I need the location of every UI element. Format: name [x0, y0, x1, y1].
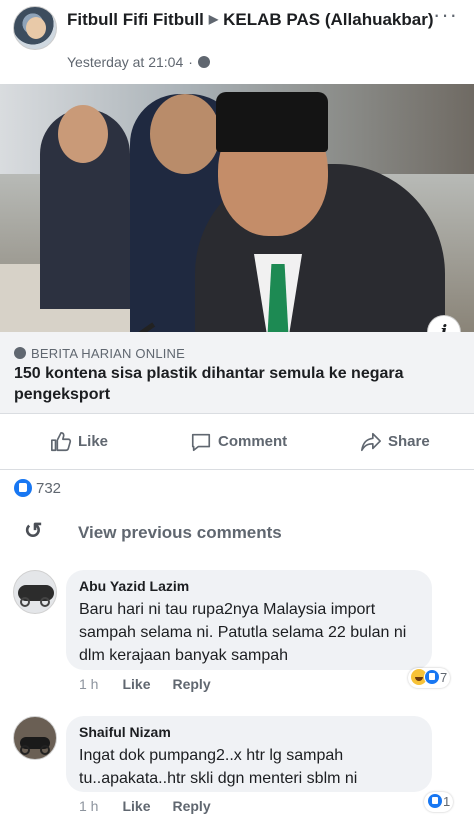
comment-bubble-icon [191, 433, 211, 452]
reaction-count: 732 [36, 480, 62, 497]
thumbs-up-icon [51, 432, 72, 452]
comment-reaction-count: 1 [443, 794, 451, 809]
link-title[interactable]: 150 kontena sisa plastik dihantar semula… [14, 363, 454, 405]
post-title-line: Fitbull Fifi Fitbull ▶ KELAB PAS (Allahuak… [67, 8, 437, 31]
comment-meta: 1 h Like Reply [79, 798, 211, 814]
link-source-text: BERITA HARIAN ONLINE [31, 346, 186, 361]
arrow-right-icon: ▶ [208, 12, 219, 26]
share-label: Share [388, 433, 430, 450]
like-icon [427, 793, 443, 809]
comment-reply-button[interactable]: Reply [172, 676, 210, 692]
comment-like-button[interactable]: Like [122, 676, 150, 692]
comment-reply-button[interactable]: Reply [172, 798, 210, 814]
commenter-name[interactable]: Shaiful Nizam [79, 724, 171, 740]
link-source: BERITA HARIAN ONLINE [14, 346, 185, 361]
rotate-arrow-icon: ↺ [24, 518, 43, 543]
separator: · [188, 54, 193, 70]
comment-reactions[interactable]: 1 [424, 792, 454, 812]
group-name[interactable]: KELAB PAS [223, 10, 320, 29]
comment-time[interactable]: 1 h [79, 676, 98, 692]
commenter-name[interactable]: Abu Yazid Lazim [79, 578, 189, 594]
like-icon [424, 669, 440, 685]
comment-label: Comment [218, 433, 288, 450]
like-reaction-icon [14, 479, 32, 497]
like-button[interactable]: Like [50, 430, 108, 456]
globe-icon [197, 56, 210, 68]
comment-like-button[interactable]: Like [122, 798, 150, 814]
comment-button[interactable]: Comment [190, 430, 287, 456]
like-label: Like [78, 433, 109, 450]
more-dots-icon[interactable]: ··· [433, 2, 458, 28]
view-previous-label: View previous comments [78, 523, 282, 542]
view-previous-comments[interactable]: ↺ View previous comments [24, 516, 282, 546]
author-avatar[interactable] [13, 6, 57, 50]
comment-meta: 1 h Like Reply [79, 676, 211, 692]
post-photo[interactable] [0, 84, 474, 332]
comment-text: Ingat dok pumpang2..x htr lg sampah tu..… [79, 747, 358, 787]
share-button[interactable]: Share [360, 430, 430, 456]
post-timestamp[interactable]: Yesterday at 21:04 [67, 54, 183, 70]
group-subtitle[interactable]: (Allahuakbar) [325, 10, 434, 29]
comment-time[interactable]: 1 h [79, 798, 98, 814]
post-header: Fitbull Fifi Fitbull ▶ KELAB PAS (Allahuak… [0, 0, 474, 82]
share-arrow-icon [361, 432, 381, 452]
post-meta: Yesterday at 21:04 · [67, 54, 210, 70]
commenter-avatar[interactable] [13, 716, 57, 760]
source-icon [14, 347, 26, 359]
reaction-summary[interactable]: 732 [14, 478, 61, 500]
commenter-avatar[interactable] [13, 570, 57, 614]
comment-reaction-count: 7 [440, 670, 448, 685]
comment-reactions[interactable]: 7 [408, 668, 451, 688]
comment-text: Baru hari ni tau rupa2nya Malaysia impor… [79, 601, 407, 664]
author-name[interactable]: Fitbull Fifi Fitbull [67, 10, 204, 29]
